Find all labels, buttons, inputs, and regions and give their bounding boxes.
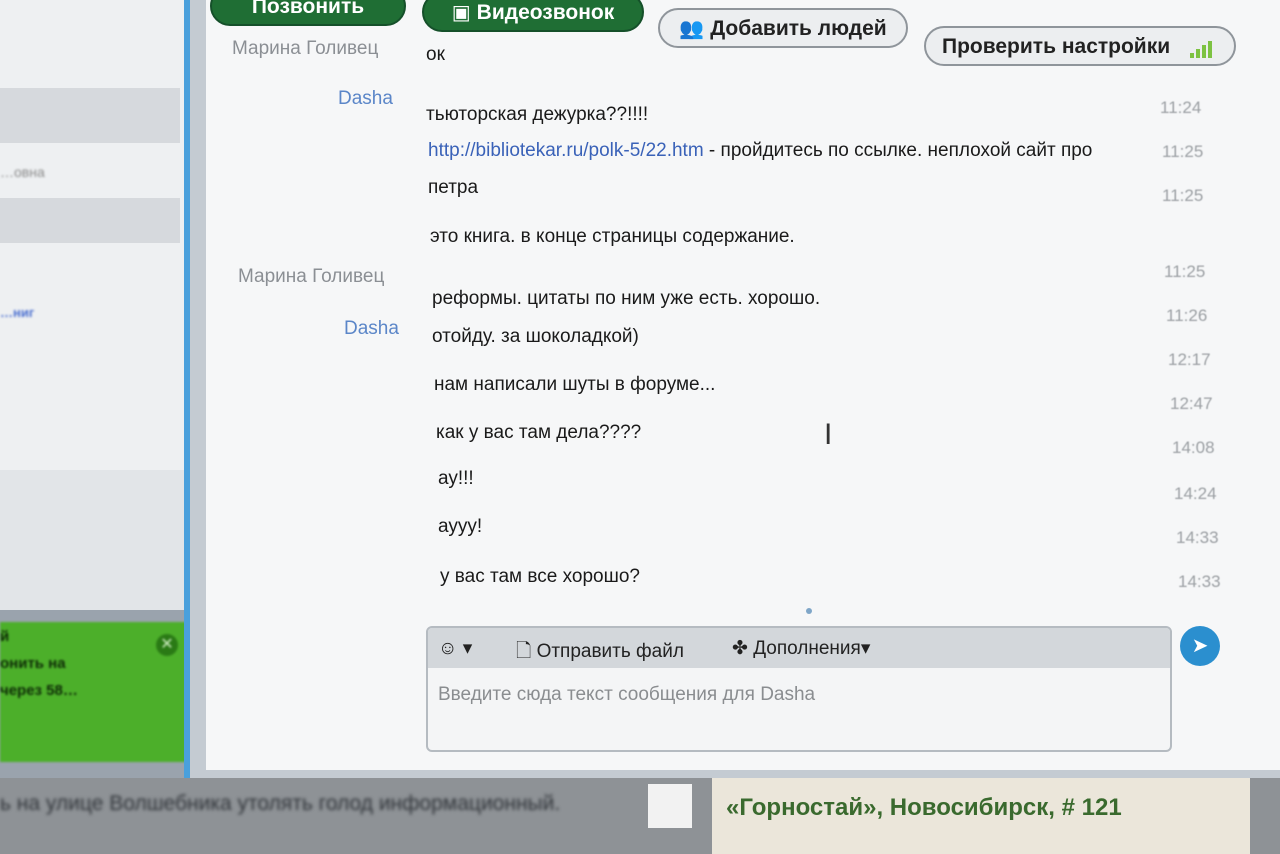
message-text: http://bibliotekar.ru/polk-5/22.htm - пр… <box>428 140 1092 162</box>
message-text: реформы. цитаты по ним уже есть. хорошо. <box>432 288 821 309</box>
text-cursor-icon: I <box>824 418 833 451</box>
add-people-label: Добавить людей <box>710 17 887 40</box>
contact-item[interactable]: …овна <box>0 150 180 190</box>
addons-label: Дополнения <box>753 638 861 659</box>
contact-item[interactable] <box>0 88 180 143</box>
message-text: аууу! <box>438 516 483 537</box>
message-link[interactable]: http://bibliotekar.ru/polk-5/22.htm <box>428 140 704 161</box>
message-time: 11:24 <box>1160 98 1202 117</box>
call-button[interactable]: Позвонить <box>210 0 406 26</box>
background-page-title: «Горностай», Новосибирск, # 121 <box>726 794 1122 821</box>
check-settings-button[interactable]: Проверить настройки <box>924 26 1236 66</box>
background-page-article: «Горностай», Новосибирск, # 121 <box>712 778 1250 854</box>
puzzle-icon: ✤ <box>732 638 748 659</box>
contact-list-footer <box>0 470 192 610</box>
contact-item-label: …ниг <box>0 305 35 320</box>
contact-item-label: …овна <box>0 164 45 180</box>
message-text: нам написали шуты в форуме... <box>434 374 716 395</box>
message-time: 14:33 <box>1178 572 1221 591</box>
message-time: 11:26 <box>1166 306 1208 325</box>
background-page-text: ь на улице Волшебника утолять голод инфо… <box>0 792 561 815</box>
smiley-icon: ☺ <box>438 638 458 659</box>
composer-toolbar: ☺ ▾ 🗋 Отправить файл ✤ Дополнения▾ <box>428 628 1170 668</box>
message-time: 14:24 <box>1174 484 1217 503</box>
call-button-label: Позвонить <box>251 0 365 18</box>
video-camera-icon: ▣ <box>451 2 471 24</box>
notification-toast[interactable]: й онить на через 58… ✕ <box>0 622 188 762</box>
chevron-down-icon: ▾ <box>462 638 473 659</box>
background-page-highlight <box>648 784 692 828</box>
message-time: 14:33 <box>1176 528 1219 547</box>
file-icon: 🗋 <box>516 641 532 662</box>
check-settings-label: Проверить настройки <box>942 35 1171 58</box>
notification-line: через 58… <box>0 682 78 699</box>
message-sender[interactable]: Dasha <box>338 88 393 110</box>
message-composer: ☺ ▾ 🗋 Отправить файл ✤ Дополнения▾ <box>426 626 1172 752</box>
message-text: ау!!! <box>438 468 474 489</box>
signal-bars-icon <box>1190 40 1218 58</box>
message-time: 12:47 <box>1170 394 1213 413</box>
message-time: 11:25 <box>1162 186 1204 205</box>
send-file-button[interactable]: 🗋 Отправить файл <box>516 637 684 669</box>
message-time: 12:17 <box>1168 350 1211 369</box>
message-input[interactable] <box>438 680 1160 710</box>
message-sender[interactable]: Dasha <box>344 318 399 340</box>
message-text: отойду. за шоколадкой) <box>432 326 639 347</box>
video-call-label: Видеозвонок <box>476 1 615 24</box>
message-text-span: - пройдитесь по ссылке. неплохой сайт пр… <box>703 140 1093 161</box>
message-time: 14:08 <box>1172 438 1215 457</box>
message-text: ок <box>426 44 445 65</box>
message-text: как у вас там дела???? <box>436 422 642 443</box>
add-people-button[interactable]: 👥 Добавить людей <box>658 8 908 48</box>
message-time: 11:25 <box>1164 262 1206 281</box>
send-icon: ➤ <box>1191 635 1209 657</box>
contact-item[interactable]: …ниг <box>0 305 180 335</box>
contact-list: …овна …ниг <box>0 0 198 610</box>
addons-button[interactable]: ✤ Дополнения▾ <box>732 637 870 660</box>
send-file-label: Отправить файл <box>536 641 684 662</box>
message-sender: Марина Голивец <box>232 38 379 59</box>
scroll-indicator[interactable] <box>806 608 812 614</box>
video-call-button[interactable]: ▣ Видеозвонок <box>422 0 644 32</box>
message-text: у вас там все хорошо? <box>440 566 640 587</box>
contact-item[interactable] <box>0 198 180 243</box>
message-text: петра <box>428 177 479 198</box>
emoji-button[interactable]: ☺ ▾ <box>438 637 472 660</box>
send-button[interactable]: ➤ <box>1180 626 1220 666</box>
notification-line: онить на <box>0 655 66 672</box>
close-icon[interactable]: ✕ <box>156 634 178 656</box>
message-sender: Марина Голивец <box>238 266 385 287</box>
chevron-down-icon: ▾ <box>860 638 871 659</box>
message-time: 11:25 <box>1162 142 1204 161</box>
message-text: тьюторская дежурка??!!!! <box>426 104 649 125</box>
people-icon: 👥 <box>679 18 705 40</box>
message-text: это книга. в конце страницы содержание. <box>430 226 795 247</box>
